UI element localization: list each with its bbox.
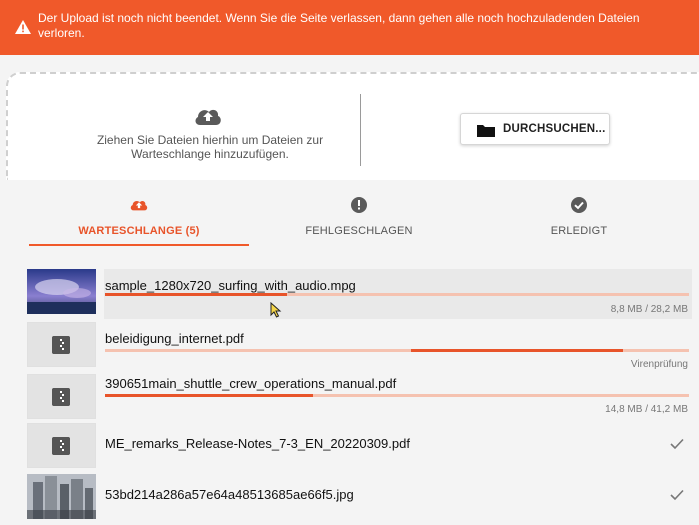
divider bbox=[360, 94, 361, 166]
drop-instructions: Ziehen Sie Dateien hierhin um Dateien zu… bbox=[96, 133, 324, 161]
list-item[interactable]: ME_remarks_Release-Notes_7-3_EN_20220309… bbox=[27, 423, 692, 473]
file-name: ME_remarks_Release-Notes_7-3_EN_20220309… bbox=[105, 436, 410, 451]
tab-failed[interactable]: FEHLGESCHLAGEN bbox=[249, 188, 469, 248]
banner-message: Der Upload ist noch nicht beendet. Wenn … bbox=[38, 11, 640, 40]
check-icon bbox=[670, 438, 684, 450]
check-circle-icon bbox=[571, 197, 587, 213]
upload-progress-bar bbox=[105, 293, 689, 296]
upload-warning-banner: Der Upload ist noch nicht beendet. Wenn … bbox=[0, 0, 699, 55]
upload-progress-fill bbox=[105, 293, 287, 296]
check-icon bbox=[670, 489, 684, 501]
tab-failed-label: FEHLGESCHLAGEN bbox=[305, 225, 413, 237]
tab-done-label: ERLEDIGT bbox=[550, 225, 608, 237]
file-name: beleidigung_internet.pdf bbox=[105, 331, 244, 346]
drop-zone[interactable]: Ziehen Sie Dateien hierhin um Dateien zu… bbox=[6, 72, 699, 180]
image-thumbnail bbox=[27, 474, 96, 519]
active-tab-indicator bbox=[29, 244, 249, 246]
virus-scan-progress-bar bbox=[105, 349, 689, 352]
file-status: Virenprüfung bbox=[630, 359, 688, 370]
file-thumbnail bbox=[27, 423, 96, 468]
cloud-upload-icon bbox=[130, 201, 148, 211]
alert-icon bbox=[351, 197, 367, 213]
file-size-status: 14,8 MB / 41,2 MB bbox=[605, 404, 688, 415]
list-item[interactable]: sample_1280x720_surfing_with_audio.mpg 8… bbox=[27, 269, 692, 319]
archive-file-icon bbox=[52, 336, 70, 354]
file-name: sample_1280x720_surfing_with_audio.mpg bbox=[105, 278, 356, 293]
cloud-upload-icon bbox=[195, 109, 221, 125]
tab-queue-label: WARTESCHLANGE (5) bbox=[78, 225, 200, 237]
upload-progress-bar bbox=[105, 394, 689, 397]
virus-scan-progress-fill bbox=[411, 349, 623, 352]
browse-button[interactable]: DURCHSUCHEN... bbox=[460, 113, 610, 145]
browse-button-label: DURCHSUCHEN... bbox=[503, 123, 606, 135]
archive-file-icon bbox=[52, 388, 70, 406]
file-name: 53bd214a286a57e64a48513685ae66f5.jpg bbox=[105, 487, 354, 502]
file-name: 390651main_shuttle_crew_operations_manua… bbox=[105, 376, 397, 391]
archive-file-icon bbox=[52, 437, 70, 455]
file-thumbnail bbox=[27, 322, 96, 367]
file-thumbnail bbox=[27, 374, 96, 419]
upload-progress-fill bbox=[105, 394, 313, 397]
list-item[interactable]: 53bd214a286a57e64a48513685ae66f5.jpg bbox=[27, 474, 692, 524]
list-item[interactable]: beleidigung_internet.pdf Virenprüfung bbox=[27, 322, 692, 372]
file-size-status: 8,8 MB / 28,2 MB bbox=[610, 304, 688, 315]
video-thumbnail bbox=[27, 269, 96, 314]
tab-queue[interactable]: WARTESCHLANGE (5) bbox=[29, 188, 249, 248]
tab-done[interactable]: ERLEDIGT bbox=[469, 188, 689, 248]
warning-icon bbox=[15, 20, 31, 34]
folder-icon bbox=[477, 125, 495, 137]
list-item[interactable]: 390651main_shuttle_crew_operations_manua… bbox=[27, 374, 692, 424]
mouse-cursor-icon bbox=[270, 302, 282, 318]
